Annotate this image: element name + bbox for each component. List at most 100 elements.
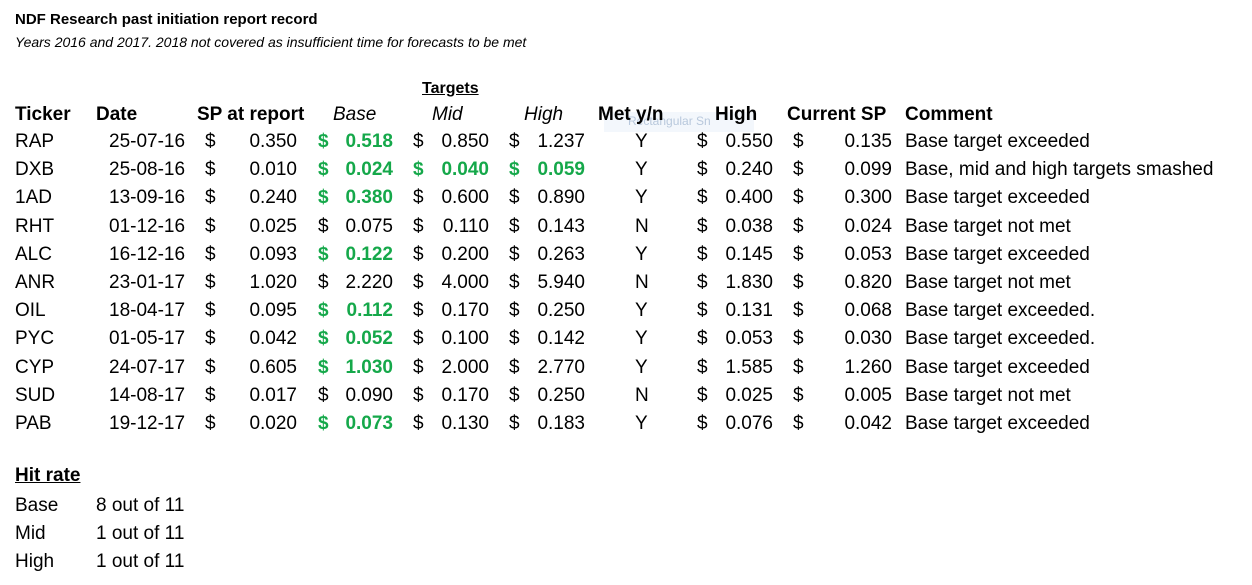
cell-base-currency: $ [318, 159, 329, 181]
cell-met: Y [635, 131, 648, 152]
cell-sp-at-report: 0.093 [249, 243, 297, 265]
cell-high-currency: $ [509, 328, 520, 350]
hit-rate-value: 1 out of 11 [96, 523, 185, 544]
cell-current-currency: $ [793, 243, 804, 265]
cell-high-target: 0.250 [537, 384, 585, 406]
cell-sp-at-report: 1.020 [249, 271, 297, 293]
cell-comment: Base target exceeded. [905, 328, 1096, 350]
targets-group-label: Targets [422, 80, 479, 97]
cell-high-target: 0.263 [537, 243, 585, 265]
table-row: RAP 25-07-16 $0.350 $0.518 $0.850 $1.237 Y $0.5… [0, 130, 1252, 158]
cell-current-sp: 0.053 [844, 243, 892, 265]
cell-mid-currency: $ [413, 187, 424, 209]
cell-ticker: ANR [15, 271, 56, 293]
table-row: SUD 14-08-17 $0.017 $0.090 $0.170 $0.250 N $0.0… [0, 384, 1252, 412]
cell-high-price-currency: $ [697, 215, 708, 237]
cell-mid-currency: $ [413, 131, 424, 152]
cell-mid-currency: $ [413, 243, 424, 265]
cell-current-sp: 0.300 [844, 187, 892, 209]
cell-sp-at-report: 0.350 [249, 131, 297, 152]
cell-met: Y [635, 356, 648, 378]
cell-ticker: RHT [15, 215, 55, 237]
cell-date: 19-12-17 [109, 412, 186, 434]
cell-mid-target: 2.000 [441, 356, 489, 378]
cell-ticker: RAP [15, 131, 55, 152]
cell-high-price: 0.038 [725, 215, 773, 237]
cell-current-sp: 1.260 [844, 356, 892, 378]
cell-date: 24-07-17 [109, 356, 186, 378]
cell-mid-currency: $ [413, 271, 424, 293]
cell-mid-currency: $ [413, 356, 424, 378]
cell-met: N [635, 384, 649, 406]
cell-base-currency: $ [318, 271, 329, 293]
cell-sp-currency: $ [205, 271, 216, 293]
cell-base-currency: $ [318, 412, 329, 434]
cell-high-price-currency: $ [697, 271, 708, 293]
cell-ticker: CYP [15, 356, 55, 378]
cell-met: Y [635, 187, 648, 209]
header-high-price: High [715, 104, 758, 125]
cell-comment: Base target not met [905, 384, 1071, 406]
cell-high-price-currency: $ [697, 243, 708, 265]
cell-high-currency: $ [509, 215, 520, 237]
cell-ticker: SUD [15, 384, 56, 406]
hit-rate-value: 1 out of 11 [96, 551, 185, 572]
cell-high-target: 0.183 [537, 412, 585, 434]
cell-met: Y [635, 243, 648, 265]
header-mid: Mid [432, 104, 463, 125]
cell-base-target: 0.112 [346, 300, 394, 322]
cell-high-price: 0.025 [725, 384, 773, 406]
cell-base-target: 2.220 [345, 271, 393, 293]
report-title: NDF Research past initiation report reco… [15, 11, 318, 28]
cell-date: 13-09-16 [109, 187, 186, 209]
table-row: CYP 24-07-17 $0.605 $1.030 $2.000 $2.770 Y $1.5… [0, 356, 1252, 384]
cell-ticker: OIL [15, 300, 46, 322]
cell-sp-at-report: 0.010 [249, 159, 297, 181]
cell-mid-target: 0.600 [441, 187, 489, 209]
cell-current-currency: $ [793, 412, 804, 434]
cell-date: 01-05-17 [109, 328, 186, 350]
cell-sp-currency: $ [205, 243, 216, 265]
cell-sp-at-report: 0.017 [249, 384, 297, 406]
cell-current-sp: 0.820 [844, 271, 892, 293]
cell-base-target: 0.075 [345, 215, 393, 237]
header-high: High [524, 104, 564, 125]
cell-high-target: 1.237 [537, 131, 585, 152]
cell-high-currency: $ [509, 131, 520, 152]
cell-high-price: 0.145 [725, 243, 773, 265]
cell-current-currency: $ [793, 159, 804, 181]
cell-base-target: 0.073 [345, 412, 393, 434]
cell-current-sp: 0.099 [844, 159, 892, 181]
cell-high-currency: $ [509, 356, 520, 378]
cell-high-price-currency: $ [697, 300, 708, 322]
cell-comment: Base target exceeded [905, 187, 1090, 209]
cell-date: 25-08-16 [109, 159, 186, 181]
cell-date: 25-07-16 [109, 131, 186, 152]
cell-high-price: 1.585 [725, 356, 773, 378]
cell-high-currency: $ [509, 412, 520, 434]
cell-high-price: 0.131 [725, 300, 773, 322]
cell-mid-target: 0.200 [441, 243, 489, 265]
cell-mid-currency: $ [413, 328, 424, 350]
cell-high-price-currency: $ [697, 384, 708, 406]
cell-date: 18-04-17 [109, 300, 186, 322]
cell-base-currency: $ [318, 300, 329, 322]
cell-high-price: 0.550 [725, 131, 773, 152]
cell-mid-target: 0.100 [441, 328, 489, 350]
cell-mid-target: 0.850 [441, 131, 489, 152]
table-row: ALC 16-12-16 $0.093 $0.122 $0.200 $0.263 Y $0.1… [0, 243, 1252, 271]
header-comment: Comment [905, 104, 993, 125]
cell-high-target: 0.250 [537, 300, 585, 322]
cell-comment: Base target exceeded [905, 131, 1090, 152]
cell-sp-currency: $ [205, 328, 216, 350]
cell-sp-at-report: 0.020 [249, 412, 297, 434]
header-base: Base [333, 104, 377, 125]
cell-current-sp: 0.030 [844, 328, 892, 350]
table-row: PYC 01-05-17 $0.042 $0.052 $0.100 $0.142 Y $0.0… [0, 327, 1252, 355]
cell-comment: Base, mid and high targets smashed [905, 159, 1214, 181]
table-row: RHT 01-12-16 $0.025 $0.075 $0.110 $0.143 N $0.0… [0, 215, 1252, 243]
cell-base-target: 0.380 [345, 187, 393, 209]
cell-current-sp: 0.068 [844, 300, 892, 322]
cell-ticker: 1AD [15, 187, 52, 209]
cell-high-price-currency: $ [697, 131, 708, 152]
